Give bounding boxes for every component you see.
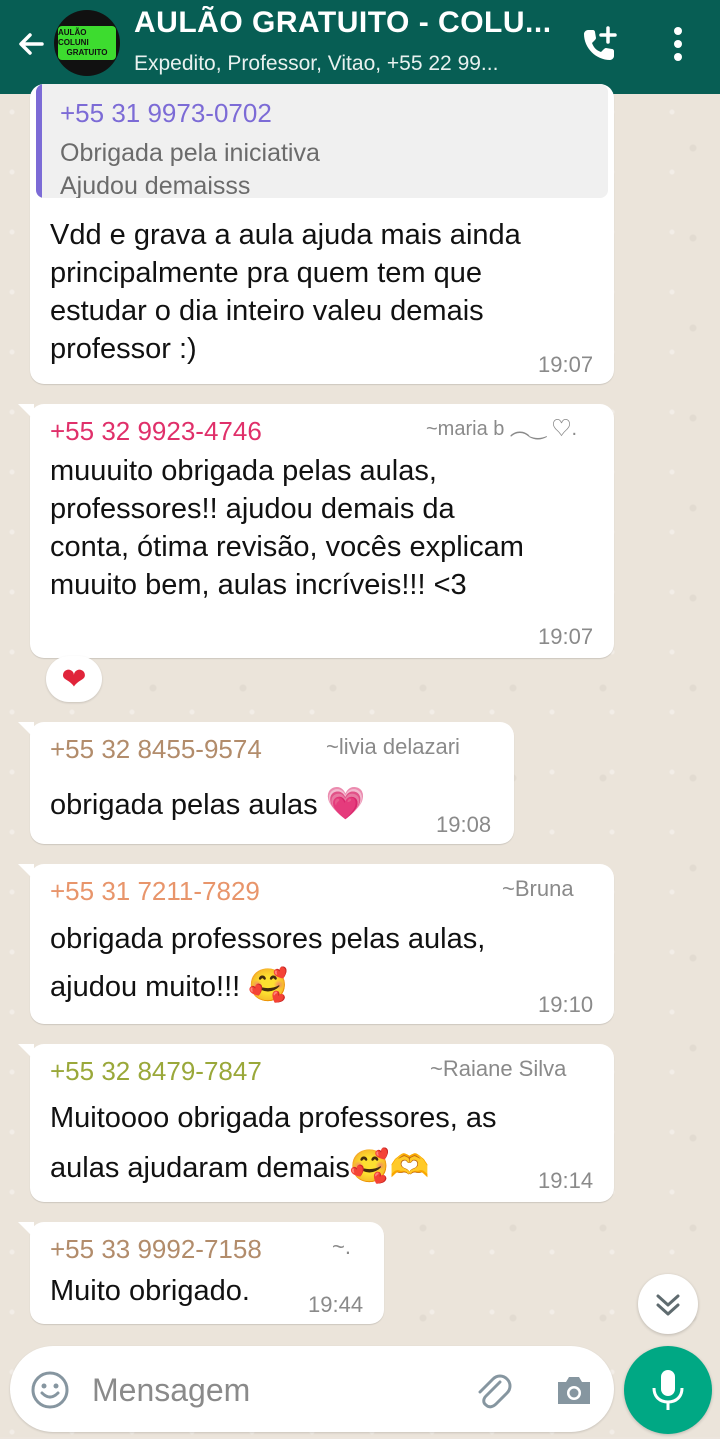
message-text: Vdd e grava a aula ajuda mais ainda prin… xyxy=(50,219,521,365)
sender-alias: ~maria b ︵‿ ♡. xyxy=(426,418,578,440)
message-composer xyxy=(10,1346,614,1432)
group-participants[interactable]: Expedito, Professor, Vitao, +55 22 99... xyxy=(134,52,564,76)
avatar-logo: AULÃO COLUNI GRATUITO xyxy=(58,26,116,60)
message-text: obrigada professores pelas aulas, ajudou… xyxy=(50,923,486,1003)
smiley-icon[interactable] xyxy=(28,1368,72,1412)
message-bubble[interactable]: +55 31 9973-0702 Obrigada pela iniciativ… xyxy=(30,84,614,384)
message-text: Muitoooo obrigada professores, as aulas … xyxy=(50,1102,497,1184)
group-avatar[interactable]: AULÃO COLUNI GRATUITO xyxy=(54,10,120,76)
sender-phone[interactable]: +55 32 9923-4746 xyxy=(50,416,262,447)
quote-bar xyxy=(36,84,42,198)
message-bubble[interactable]: +55 32 8479-7847 ~Raiane Silva Muitoooo … xyxy=(18,1044,614,1202)
group-title[interactable]: AULÃO GRATUITO - COLU... xyxy=(134,6,564,40)
sender-phone[interactable]: +55 32 8479-7847 xyxy=(50,1056,262,1087)
add-call-icon[interactable] xyxy=(578,22,622,66)
message-bubble[interactable]: +55 33 9992-7158 ~. Muito obrigado. 19:4… xyxy=(18,1222,384,1324)
bubble-tail xyxy=(18,722,34,738)
message-input[interactable] xyxy=(90,1366,454,1414)
microphone-button[interactable] xyxy=(624,1346,712,1434)
quoted-message[interactable]: +55 31 9973-0702 Obrigada pela iniciativ… xyxy=(36,84,608,198)
message-text: obrigada pelas aulas 💗 xyxy=(50,785,366,821)
message-text: muuuito obrigada pelas aulas, professore… xyxy=(50,455,524,601)
message-time: 19:07 xyxy=(538,624,594,649)
message-time: 19:14 xyxy=(538,1168,594,1193)
chat-header: AULÃO COLUNI GRATUITO AULÃO GRATUITO - C… xyxy=(0,0,720,94)
sender-alias: ~Bruna xyxy=(502,876,574,901)
bubble-tail xyxy=(18,1044,34,1060)
message-time: 19:44 xyxy=(308,1292,364,1317)
quoted-text-line: Ajudou demaisss xyxy=(60,172,251,198)
bubble-tail xyxy=(18,1222,34,1238)
more-vertical-icon[interactable] xyxy=(660,22,696,66)
message-time: 19:07 xyxy=(538,352,594,377)
paperclip-icon[interactable] xyxy=(470,1368,514,1412)
sender-phone[interactable]: +55 33 9992-7158 xyxy=(50,1234,262,1265)
message-time: 19:10 xyxy=(538,992,594,1017)
double-chevron-down-icon xyxy=(656,1294,680,1316)
bubble-tail xyxy=(18,404,34,420)
sender-alias: ~Raiane Silva xyxy=(430,1056,567,1081)
message-text: Muito obrigado. xyxy=(50,1275,250,1307)
quoted-text-line: Obrigada pela iniciativa xyxy=(60,139,320,167)
bubble-tail xyxy=(18,864,34,880)
heart-reaction[interactable]: ❤ xyxy=(46,656,102,702)
smiling-hearts-emoji: 🥰 xyxy=(248,967,289,1003)
scroll-to-bottom-button[interactable] xyxy=(638,1274,698,1334)
microphone-icon xyxy=(652,1370,684,1410)
arrow-left-icon[interactable] xyxy=(12,24,52,64)
sender-phone[interactable]: +55 32 8455-9574 xyxy=(50,734,262,765)
smiling-hearts-emoji: 🥰🫶 xyxy=(349,1148,430,1184)
message-bubble[interactable]: +55 32 9923-4746 ~maria b ︵‿ ♡. muuuito … xyxy=(18,404,614,658)
sender-alias: ~livia delazari xyxy=(326,734,460,759)
sender-alias: ~. xyxy=(332,1234,351,1259)
heart-emoji: 💗 xyxy=(325,785,366,821)
camera-icon[interactable] xyxy=(552,1368,596,1412)
message-bubble[interactable]: +55 32 8455-9574 ~livia delazari obrigad… xyxy=(18,722,514,844)
sender-phone[interactable]: +55 31 7211-7829 xyxy=(50,876,260,907)
message-time: 19:08 xyxy=(436,812,492,837)
message-bubble[interactable]: +55 31 7211-7829 ~Bruna obrigada profess… xyxy=(18,864,614,1024)
quoted-sender: +55 31 9973-0702 xyxy=(60,98,272,128)
